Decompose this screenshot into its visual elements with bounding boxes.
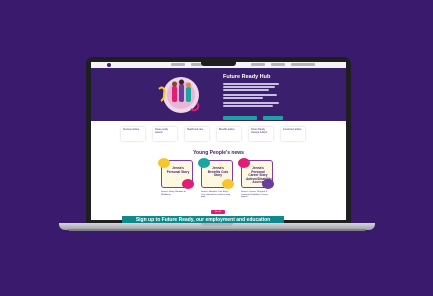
hero-text-line (223, 86, 275, 88)
hero-title: Future Ready Hub (223, 74, 271, 80)
card-caption[interactable]: Jenna's Career: Physical & Learning Disa… (241, 191, 273, 199)
hero-illustration (158, 77, 200, 113)
laptop-groove (201, 223, 233, 226)
see-all-button[interactable]: See all (211, 210, 225, 214)
card-title: Jenna's Personal Story (166, 166, 190, 174)
quick-links: Success stories Future ready careers Hea… (91, 123, 346, 143)
card-caption[interactable]: Jenna's Benefits Cuts Story: Cuts affect… (201, 191, 233, 199)
decor-blob (222, 179, 234, 189)
card-caption[interactable]: Jenna's Story: Benefits to Wellbeing (161, 191, 193, 196)
hero-text-line (223, 97, 263, 99)
news-heading: Young People's news (193, 150, 244, 156)
hero-text-line (223, 105, 273, 107)
card-title: Jenna's Benefits Cuts Story (207, 166, 229, 178)
card-frame: Jenna's Benefits Cuts Story (198, 158, 234, 189)
logo-icon[interactable] (107, 63, 111, 67)
news-card[interactable]: Jenna's Personal Story Jenna's Story: Be… (158, 158, 195, 202)
camera-notch (201, 62, 236, 66)
nav-item[interactable] (171, 63, 185, 66)
quick-link-tile[interactable]: Future Ready Careers Advisor (249, 127, 273, 141)
laptop-base-shadow (68, 229, 366, 231)
nav-item[interactable] (251, 63, 265, 66)
hero-text-line (223, 83, 279, 85)
news-card[interactable]: Jenna's Personal Career Story Autism/Dis… (238, 158, 275, 202)
card-title: Jenna's Personal Career Story Autism/Dis… (246, 166, 272, 185)
laptop-screen: Future Ready Hub Success stories Future … (91, 62, 346, 220)
quick-link-tile[interactable]: Future ready careers (153, 127, 177, 141)
hero-text-line (223, 94, 277, 96)
laptop-frame: Future Ready Hub Success stories Future … (86, 57, 351, 223)
hero-text-line (223, 89, 269, 91)
quick-link-tile[interactable]: Health and care (185, 127, 209, 141)
quick-link-tile[interactable]: Investment advice (281, 127, 305, 141)
news-card[interactable]: Jenna's Benefits Cuts Story Jenna's Bene… (198, 158, 235, 202)
nav-item[interactable] (291, 63, 315, 66)
hero-primary-button[interactable] (223, 116, 257, 120)
hero-secondary-button[interactable] (263, 116, 283, 120)
quick-link-tile[interactable]: Benefits advice (217, 127, 241, 141)
hero-text-line (223, 102, 279, 104)
nav-item[interactable] (271, 63, 285, 66)
quick-link-tile[interactable]: Success stories (121, 127, 145, 141)
decor-blob (182, 179, 194, 189)
hero-banner: Future Ready Hub (91, 68, 346, 121)
card-frame: Jenna's Personal Career Story Autism/Dis… (238, 158, 274, 189)
card-frame: Jenna's Personal Story (158, 158, 194, 189)
